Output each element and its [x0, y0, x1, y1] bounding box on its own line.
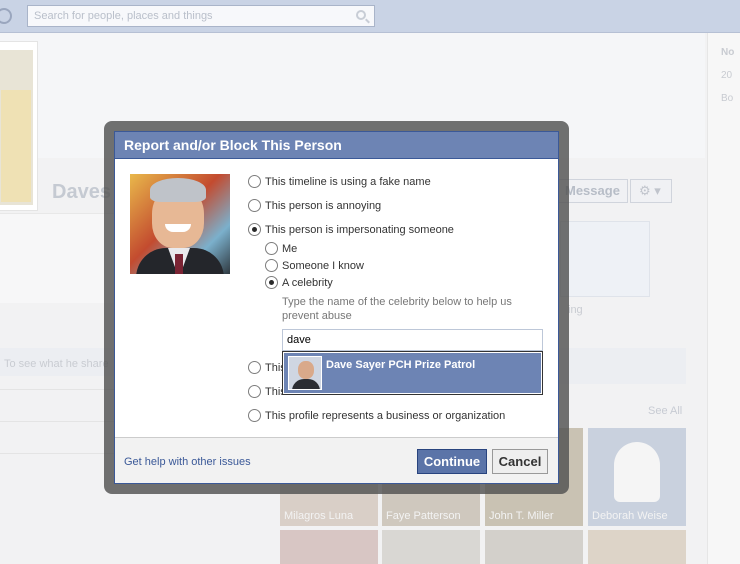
- info-card: [560, 221, 650, 297]
- search-icon[interactable]: [356, 10, 366, 20]
- option-label: This person is impersonating someone: [265, 223, 454, 236]
- friend-name: Milagros Luna: [284, 510, 354, 522]
- friend-tile[interactable]: [280, 530, 378, 564]
- option-label: A celebrity: [282, 276, 333, 289]
- friend-tile[interactable]: [485, 530, 583, 564]
- dialog-footer: Get help with other issues Continue Canc…: [115, 437, 558, 483]
- help-link[interactable]: Get help with other issues: [124, 456, 251, 468]
- option-impersonating[interactable]: This person is impersonating someone: [248, 223, 454, 236]
- suggestion-item[interactable]: Dave Sayer PCH Prize Patrol: [284, 353, 541, 393]
- friend-tile[interactable]: [382, 530, 480, 564]
- radio-button-selected[interactable]: [248, 223, 261, 236]
- radio-button-selected[interactable]: [265, 276, 278, 289]
- option-someone-i-know[interactable]: Someone I know: [265, 259, 364, 272]
- option-label: Me: [282, 242, 298, 255]
- search-placeholder: Search for people, places and things: [34, 10, 213, 22]
- friend-tile[interactable]: [588, 530, 686, 564]
- profile-picture: [0, 41, 38, 211]
- option-hidden-2[interactable]: This: [248, 385, 286, 398]
- option-business[interactable]: This profile represents a business or or…: [248, 409, 505, 422]
- suggestion-label: Dave Sayer PCH Prize Patrol: [326, 359, 476, 371]
- partial-text: ing: [568, 304, 583, 316]
- radio-button[interactable]: [248, 385, 261, 398]
- default-avatar-icon: [614, 442, 660, 502]
- celebrity-hint: Type the name of the celebrity below to …: [282, 296, 512, 322]
- radio-button[interactable]: [265, 242, 278, 255]
- right-column-item: Bo: [721, 93, 734, 104]
- dialog-title: Report and/or Block This Person: [115, 132, 558, 159]
- radio-button[interactable]: [265, 259, 278, 272]
- friend-name: John T. Miller: [489, 510, 554, 522]
- right-column-item: No: [721, 47, 735, 58]
- option-annoying[interactable]: This person is annoying: [248, 199, 381, 212]
- radio-button[interactable]: [248, 199, 261, 212]
- celebrity-suggestions: Dave Sayer PCH Prize Patrol: [282, 351, 543, 395]
- option-hidden-1[interactable]: This: [248, 361, 286, 374]
- cancel-button[interactable]: Cancel: [492, 449, 548, 474]
- radio-button[interactable]: [248, 361, 261, 374]
- top-nav-bar: Search for people, places and things: [0, 0, 740, 33]
- option-label: This timeline is using a fake name: [265, 175, 431, 188]
- facebook-logo-icon[interactable]: [0, 8, 12, 24]
- friend-name: Faye Patterson: [386, 510, 461, 522]
- profile-name: Daves: [52, 181, 111, 203]
- friend-name: Deborah Weise: [592, 510, 668, 522]
- continue-button[interactable]: Continue: [417, 449, 487, 474]
- gear-icon[interactable]: ⚙ ▾: [630, 179, 672, 203]
- option-label: This profile represents a business or or…: [265, 409, 506, 422]
- option-fake-name[interactable]: This timeline is using a fake name: [248, 175, 431, 188]
- right-column-item: 20: [721, 70, 733, 81]
- radio-button[interactable]: [248, 175, 261, 188]
- option-celebrity[interactable]: A celebrity: [265, 276, 333, 289]
- see-what-text: To see what he share: [4, 358, 109, 370]
- search-input[interactable]: Search for people, places and things: [27, 5, 375, 27]
- option-me[interactable]: Me: [265, 242, 297, 255]
- suggestion-thumbnail: [288, 356, 322, 390]
- friend-tile[interactable]: Deborah Weise: [588, 428, 686, 526]
- right-column: No 20 Bo: [707, 33, 740, 564]
- celebrity-name-input[interactable]: dave: [282, 329, 543, 351]
- option-label: Someone I know: [282, 259, 364, 272]
- radio-button[interactable]: [248, 409, 261, 422]
- report-block-dialog: Report and/or Block This Person This tim…: [114, 131, 559, 484]
- option-label: This person is annoying: [265, 199, 382, 212]
- see-all-link[interactable]: See All: [648, 405, 682, 417]
- reported-person-photo: [130, 174, 230, 274]
